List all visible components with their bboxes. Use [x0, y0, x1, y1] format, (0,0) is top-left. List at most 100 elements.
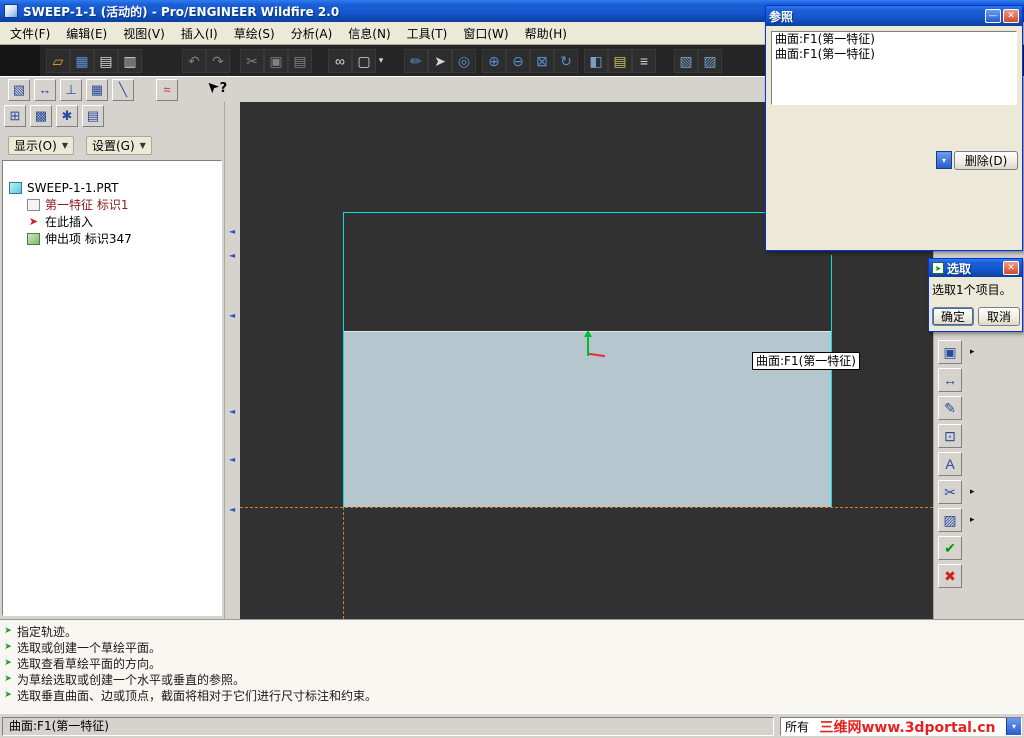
reference-list-item[interactable]: 曲面:F1(第一特征) — [772, 32, 1016, 47]
done-button[interactable]: ✔ — [938, 536, 962, 560]
references-dialog-titlebar[interactable]: 参照 — ✕ — [766, 6, 1022, 26]
menu-item-sketch[interactable]: 草绘(S) — [226, 22, 283, 45]
repaint-icon: ↻ — [560, 52, 572, 69]
quit-button[interactable]: ✖ — [938, 564, 962, 588]
menu-item-insert[interactable]: 插入(I) — [173, 22, 226, 45]
sketch-plane-button[interactable]: ✏ — [404, 48, 428, 73]
view-glasses-button[interactable]: ◎ — [452, 48, 476, 73]
show-dropdown[interactable]: 显示(O) ▼ — [8, 136, 74, 155]
message-log[interactable]: ➤ 指定轨迹。 ➤ 选取或创建一个草绘平面。 ➤ 选取查看草绘平面的方向。 ➤ … — [0, 619, 1024, 713]
splitter-arrow-icon[interactable]: ◄ — [229, 312, 235, 320]
open-button[interactable]: ▱ — [46, 48, 70, 73]
zoom-out-button[interactable]: ⊖ — [506, 48, 530, 73]
pattern-tool-button[interactable]: ▨ — [938, 508, 962, 532]
copy-button[interactable]: ▣ — [264, 48, 288, 73]
close-icon[interactable]: ✕ — [1003, 9, 1019, 23]
line-style-button[interactable]: ≈ — [156, 78, 178, 101]
pointer-button[interactable]: ➤ — [428, 48, 452, 73]
close-icon[interactable]: ✕ — [1003, 261, 1019, 275]
print-button[interactable]: ▤ — [94, 48, 118, 73]
menu-item-analysis[interactable]: 分析(A) — [283, 22, 341, 45]
reference-combo-arrow[interactable]: ▾ — [936, 151, 952, 169]
tree-item-protrusion[interactable]: 伸出项 标识347 — [3, 230, 221, 247]
tree-item-first-feature[interactable]: 第一特征 标识1 — [3, 196, 221, 213]
modify-tool-icon: ↔ — [943, 372, 957, 388]
splitter-arrow-icon[interactable]: ◄ — [229, 456, 235, 464]
paste-button[interactable]: ▤ — [288, 48, 312, 73]
selection-filter-combo[interactable]: 所有 三维网www.3dportal.cn ▾ — [780, 717, 1022, 736]
sketch-orient-button[interactable]: ▧ — [8, 78, 30, 101]
view-glasses-icon: ◎ — [457, 52, 471, 69]
horizontal-ref-button[interactable]: ↔ — [34, 78, 56, 101]
save-button[interactable]: ▦ — [70, 48, 94, 73]
undo-button[interactable]: ↶ — [182, 48, 206, 73]
sketch-edge-right[interactable] — [831, 255, 832, 507]
find-button[interactable]: ∞ — [328, 48, 352, 73]
vertical-ref-button[interactable]: ⊥ — [60, 78, 82, 101]
diagonal-line-button[interactable]: ╲ — [112, 78, 134, 101]
model-tree-toggle-button[interactable]: ⊞ — [4, 105, 26, 127]
save-icon: ▦ — [75, 52, 89, 69]
sketch-edge-left[interactable] — [343, 212, 344, 507]
cancel-button[interactable]: 取消 — [978, 307, 1020, 326]
done-check-icon: ✔ — [944, 539, 956, 556]
reference-list-item[interactable]: 曲面:F1(第一特征) — [772, 47, 1016, 62]
flyout-arrow-icon[interactable]: ▸ — [970, 487, 975, 497]
flyout-arrow-icon[interactable]: ▸ — [970, 515, 975, 525]
mirror-tool-button[interactable]: ⊡ — [938, 424, 962, 448]
favorites-button[interactable]: ✱ — [56, 105, 78, 127]
layer-tree-button[interactable]: ▤ — [82, 105, 104, 127]
cut-button[interactable]: ✂ — [240, 48, 264, 73]
zoom-in-button[interactable]: ⊕ — [482, 48, 506, 73]
select-box-button[interactable]: ▢ — [352, 48, 376, 73]
folder-browser-button[interactable]: ▩ — [30, 105, 52, 127]
tree-item-part[interactable]: SWEEP-1-1.PRT — [3, 179, 221, 196]
trim-tool-button[interactable]: ✂ — [938, 480, 962, 504]
flyout-arrow-icon[interactable]: ▸ — [970, 347, 975, 357]
modify-tool-button[interactable]: ↔ — [938, 368, 962, 392]
tree-item-insert-here[interactable]: ➤ 在此插入 — [3, 213, 221, 230]
menu-item-view[interactable]: 视图(V) — [115, 22, 173, 45]
undo-icon: ↶ — [188, 52, 200, 69]
print-preview-button[interactable]: ▥ — [118, 48, 142, 73]
panel-splitter[interactable]: ◄ ◄ ◄ ◄ ◄ ◄ — [224, 102, 240, 619]
grid-button[interactable]: ▦ — [86, 78, 108, 101]
ok-button[interactable]: 确定 — [932, 307, 974, 326]
model-box-button[interactable]: ▨ — [698, 48, 722, 73]
repaint-button[interactable]: ↻ — [554, 48, 578, 73]
application-window: SWEEP-1-1 (活动的) - Pro/ENGINEER Wildfire … — [0, 0, 1024, 738]
text-tool-button[interactable]: A — [938, 452, 962, 476]
menu-item-file[interactable]: 文件(F) — [2, 22, 58, 45]
watermark-text: 三维网www.3dportal.cn — [819, 719, 996, 736]
filter-dropdown-arrow[interactable]: ▾ — [1006, 718, 1021, 735]
environment-button[interactable]: ≡ — [632, 48, 656, 73]
splitter-arrow-icon[interactable]: ◄ — [229, 252, 235, 260]
delete-button[interactable]: 删除(D) — [954, 151, 1018, 170]
splitter-arrow-icon[interactable]: ◄ — [229, 506, 235, 514]
sketch-edge-top[interactable] — [343, 212, 832, 213]
zoom-fit-button[interactable]: ⊠ — [530, 48, 554, 73]
select-dialog-titlebar[interactable]: ➤ 选取 ✕ — [929, 259, 1022, 277]
layers-button[interactable]: ▤ — [608, 48, 632, 73]
menu-item-info[interactable]: 信息(N) — [340, 22, 398, 45]
centerline-vertical[interactable] — [343, 507, 344, 619]
settings-dropdown[interactable]: 设置(G) ▼ — [85, 136, 152, 155]
select-box-dropdown[interactable]: ▾ — [376, 56, 386, 66]
menu-item-tools[interactable]: 工具(T) — [399, 22, 456, 45]
menu-item-help[interactable]: 帮助(H) — [517, 22, 575, 45]
select-tool-button[interactable]: ▣ — [938, 340, 962, 364]
view-manager-button[interactable]: ▧ — [674, 48, 698, 73]
zoom-out-icon: ⊖ — [512, 52, 524, 69]
spline-tool-button[interactable]: ✎ — [938, 396, 962, 420]
redo-button[interactable]: ↷ — [206, 48, 230, 73]
minimize-button[interactable]: — — [985, 9, 1001, 23]
copy-icon: ▣ — [269, 52, 283, 69]
prompt-arrow-icon: ➤ — [4, 658, 12, 668]
splitter-arrow-icon[interactable]: ◄ — [229, 228, 235, 236]
coordinate-system-marker — [580, 330, 610, 360]
menu-item-window[interactable]: 窗口(W) — [455, 22, 516, 45]
menu-item-edit[interactable]: 编辑(E) — [58, 22, 115, 45]
shade-button[interactable]: ◧ — [584, 48, 608, 73]
splitter-arrow-icon[interactable]: ◄ — [229, 408, 235, 416]
tree-item-label: 在此插入 — [45, 215, 94, 229]
